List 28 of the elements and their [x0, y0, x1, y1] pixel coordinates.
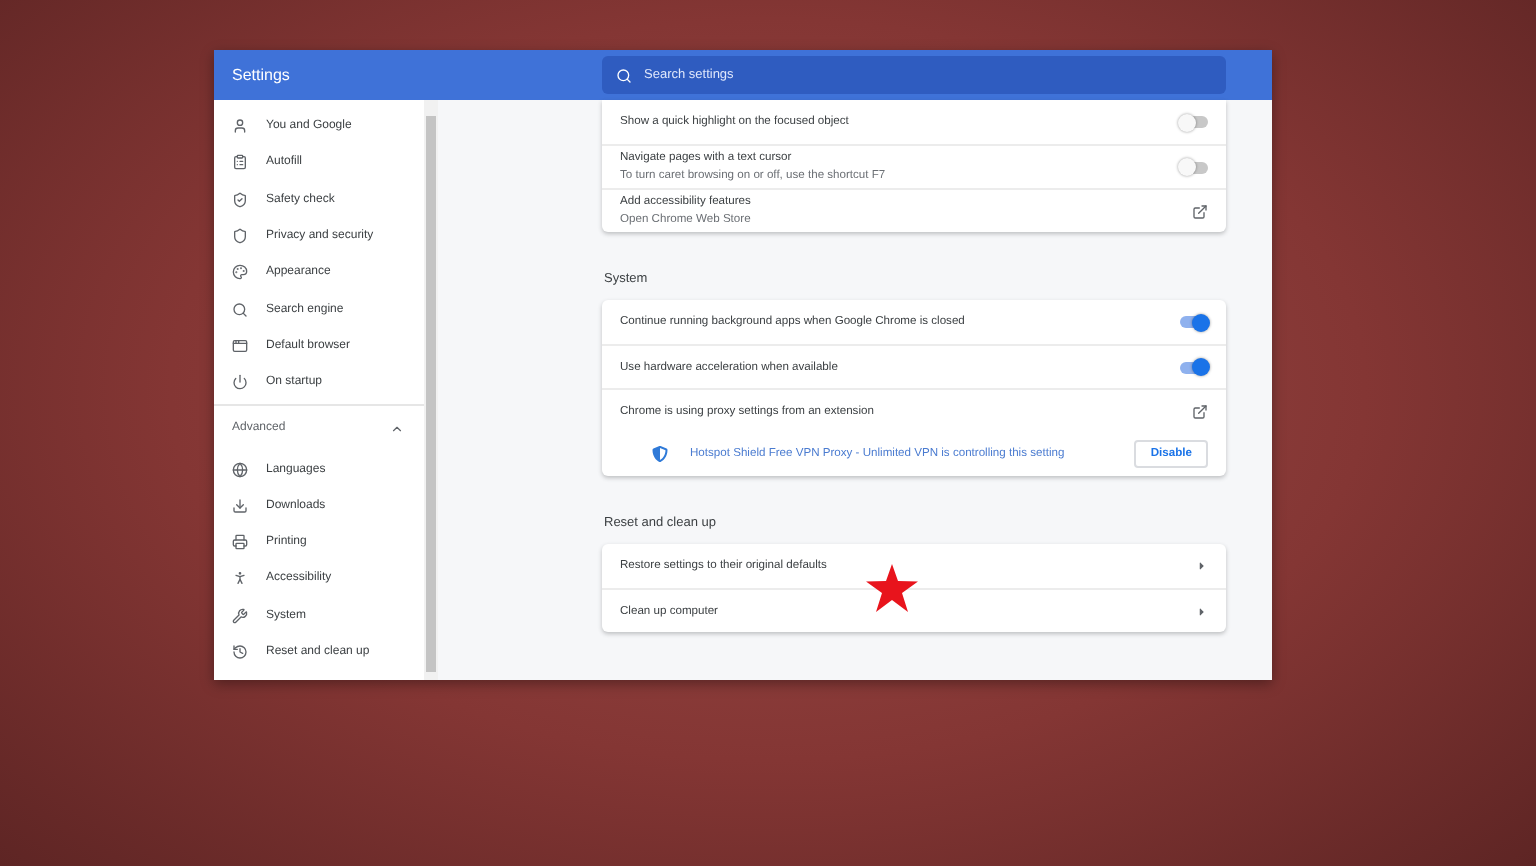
person-icon — [232, 118, 248, 135]
star-icon — [866, 564, 918, 612]
printer-icon — [232, 534, 248, 551]
toggle-switch[interactable] — [1180, 161, 1208, 173]
window-title: Settings — [230, 66, 292, 84]
chevron-up-icon — [390, 421, 404, 436]
caret-icon[interactable] — [1196, 560, 1208, 572]
search-icon — [232, 301, 248, 318]
download-icon — [232, 497, 248, 514]
scrollbar[interactable] — [424, 100, 438, 680]
palette-icon — [232, 264, 248, 281]
shield-check-icon — [232, 191, 248, 208]
window-icon — [232, 337, 248, 354]
power-icon — [232, 374, 248, 391]
shield-icon — [232, 228, 248, 245]
wrench-icon — [232, 607, 248, 624]
clipboard-icon — [232, 154, 248, 171]
toggle-switch[interactable] — [1180, 116, 1208, 128]
person-icon — [232, 570, 248, 587]
shield-icon — [652, 446, 668, 462]
toggle-switch[interactable] — [1180, 316, 1208, 328]
external-link-icon[interactable] — [1192, 203, 1208, 219]
globe-icon — [232, 461, 248, 478]
search-icon — [616, 67, 632, 83]
external-link-icon[interactable] — [1192, 403, 1208, 419]
history-icon — [232, 644, 248, 660]
caret-icon[interactable] — [1196, 605, 1208, 617]
toggle-switch[interactable] — [1180, 361, 1208, 373]
